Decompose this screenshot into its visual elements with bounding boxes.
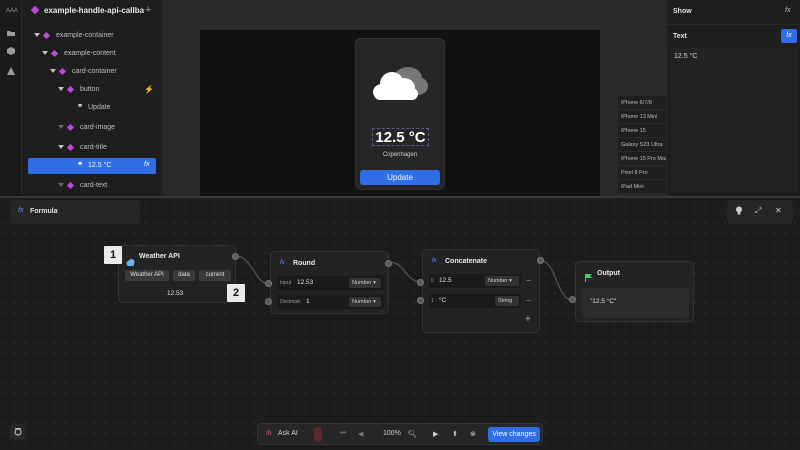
node-value: 12.53 [167, 290, 184, 297]
type-dropdown[interactable]: Number ▾ [349, 278, 381, 288]
prev-step-icon[interactable]: ◀ [358, 430, 363, 438]
type-label: Number [488, 278, 508, 284]
remove-row-button[interactable]: − [526, 296, 531, 305]
view-changes-button[interactable]: View changes [488, 427, 540, 442]
first-step-icon[interactable]: ⏮ [340, 430, 346, 438]
zoom-level[interactable]: 100% [383, 430, 401, 437]
ai-icon: ılı [266, 430, 272, 437]
add-row-button[interactable]: + [525, 314, 531, 325]
stop-icon[interactable]: ⊗ [470, 430, 476, 438]
weather-api-node[interactable]: Weather API Weather API data current 12.… [118, 245, 239, 303]
row-value: °C [439, 297, 447, 304]
formula-icon: fx [432, 258, 437, 264]
play-icon[interactable]: ▶ [433, 430, 438, 438]
step-badge: 2 [227, 284, 245, 302]
concat-row[interactable]: 0 12.5 Number ▾ [429, 274, 521, 288]
output-port[interactable] [232, 253, 239, 260]
type-label: String [498, 298, 513, 304]
round-node[interactable]: fx Round Input 12.53 Number ▾ Decimals 1… [270, 251, 392, 314]
formula-icon: fx [280, 260, 285, 266]
output-port[interactable] [385, 260, 392, 267]
type-label: Number [352, 280, 372, 286]
output-port[interactable] [537, 257, 544, 264]
type-dropdown[interactable]: Number ▾ [349, 297, 381, 307]
bottom-toolbar: ılı Ask AI ⏮ ◀ 100% 🔍︎ ▶ ⬆ ⊗ View change… [257, 423, 543, 445]
field-label: Decimals [280, 299, 301, 305]
type-dropdown[interactable]: String [495, 296, 519, 306]
settings-button[interactable] [10, 424, 26, 440]
concat-row[interactable]: 1 °C String [429, 294, 521, 308]
input-port[interactable] [417, 279, 424, 286]
cloud-icon [126, 253, 135, 271]
output-value: "12.5 °C" [590, 298, 617, 305]
row-index: 1 [431, 298, 434, 304]
field-value: 12.53 [297, 279, 314, 286]
step-badge: 1 [104, 246, 122, 264]
decimals-field[interactable]: Decimals 1 Number ▾ [277, 295, 384, 309]
output-node[interactable]: Output "12.5 °C" [575, 261, 694, 322]
ai-indicator [314, 427, 322, 442]
remove-row-button[interactable]: − [526, 276, 531, 285]
input-port[interactable] [417, 297, 424, 304]
path-chip[interactable]: Weather API [125, 270, 169, 281]
upload-icon[interactable]: ⬆ [452, 430, 458, 438]
field-label: Input [280, 280, 292, 286]
input-field[interactable]: Input 12.53 Number ▾ [277, 276, 384, 290]
zoom-icon[interactable]: 🔍︎ [408, 430, 417, 438]
type-label: Number [352, 299, 372, 305]
field-value: 1 [306, 298, 310, 305]
type-dropdown[interactable]: Number ▾ [485, 276, 519, 286]
input-port[interactable] [265, 298, 272, 305]
input-port[interactable] [265, 280, 272, 287]
output-value-field[interactable]: "12.5 °C" [582, 288, 689, 318]
ask-ai-button[interactable]: Ask AI [278, 430, 298, 437]
node-connections [235, 255, 573, 301]
path-chip[interactable]: current [199, 270, 231, 281]
input-port[interactable] [569, 296, 576, 303]
concatenate-node[interactable]: fx Concatenate 0 12.5 Number ▾ − 1 °C St… [422, 249, 544, 333]
row-value: 12.5 [439, 277, 452, 284]
path-chip[interactable]: data [173, 270, 195, 281]
flag-icon [585, 269, 592, 287]
row-index: 0 [431, 278, 434, 284]
